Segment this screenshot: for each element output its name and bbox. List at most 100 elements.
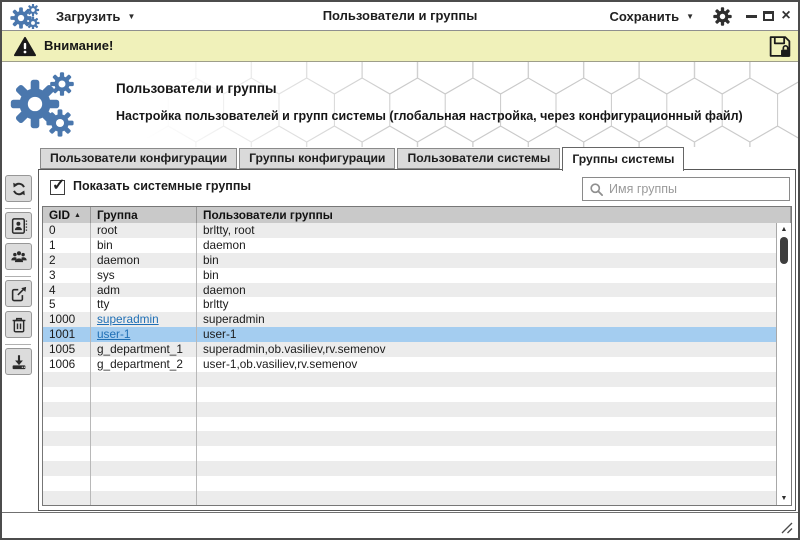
table-row[interactable]: 1005g_department_1superadmin,ob.vasiliev… (43, 342, 776, 357)
column-header-group[interactable]: Группа (91, 207, 197, 223)
table-cell: 1 (43, 238, 91, 253)
warning-bar: Внимание! (2, 31, 798, 62)
refresh-button[interactable] (5, 175, 32, 202)
table-cell: bin (197, 253, 776, 268)
save-lock-icon[interactable] (767, 34, 793, 59)
vertical-scrollbar[interactable]: ▲ ▼ (776, 223, 791, 505)
table-row[interactable]: 4admdaemon (43, 283, 776, 298)
table-row[interactable]: 1001user-1user-1 (43, 327, 776, 342)
table-row[interactable]: 2daemonbin (43, 253, 776, 268)
load-dropdown-button[interactable]: Загрузить ▼ (56, 2, 135, 30)
table-cell (197, 402, 776, 417)
download-icon (10, 353, 28, 371)
tab-system-groups[interactable]: Группы системы (562, 147, 684, 171)
tab-config-groups[interactable]: Группы конфигурации (239, 148, 395, 169)
table-cell: user-1,ob.vasiliev,rv.semenov (197, 357, 776, 372)
minimize-icon (746, 15, 757, 18)
download-button[interactable] (5, 348, 32, 375)
sidebar-divider (5, 208, 31, 209)
tab-config-users[interactable]: Пользователи конфигурации (40, 148, 237, 169)
table-cell (91, 476, 197, 491)
group-link[interactable]: superadmin (97, 312, 159, 326)
minimize-button[interactable] (744, 2, 758, 30)
group-link[interactable]: user-1 (97, 327, 130, 341)
save-dropdown-button[interactable]: Сохранить ▼ (609, 2, 694, 30)
table-cell: 4 (43, 283, 91, 298)
column-header-users[interactable]: Пользователи группы (197, 207, 791, 223)
trash-icon (10, 316, 28, 334)
table-cell: root (91, 223, 197, 238)
trash-button[interactable] (5, 311, 32, 338)
table-row-empty (43, 402, 776, 417)
app-window: Загрузить ▼ Пользователи и группы Сохран… (0, 0, 800, 540)
show-system-groups-checkbox[interactable]: ✓ (50, 180, 65, 195)
table-cell: adm (91, 283, 197, 298)
table-cell: bin (91, 238, 197, 253)
load-label: Загрузить (56, 9, 120, 24)
export-button[interactable] (5, 280, 32, 307)
table-cell (43, 431, 91, 446)
table-cell: tty (91, 297, 197, 312)
table-cell (197, 491, 776, 505)
table-cell: daemon (91, 253, 197, 268)
tab-bar: Пользователи конфигурацииГруппы конфигур… (40, 146, 686, 171)
app-logo-gears-icon (10, 4, 40, 29)
table-cell: user-1 (91, 327, 197, 342)
column-header-gid[interactable]: GID ▲ (43, 207, 91, 223)
table-cell: 2 (43, 253, 91, 268)
maximize-button[interactable] (761, 2, 776, 30)
table-cell: g_department_2 (91, 357, 197, 372)
table-cell: sys (91, 268, 197, 283)
table-row[interactable]: 3sysbin (43, 268, 776, 283)
table-cell (91, 402, 197, 417)
table-cell (43, 372, 91, 387)
scroll-up-icon[interactable]: ▲ (777, 226, 791, 233)
table-cell: brltty (197, 297, 776, 312)
table-row-empty (43, 491, 776, 505)
table-row[interactable]: 1bindaemon (43, 238, 776, 253)
table-cell (43, 446, 91, 461)
table-cell: 5 (43, 297, 91, 312)
settings-gear-icon[interactable] (713, 7, 732, 26)
maximize-icon (763, 11, 774, 21)
table-cell (197, 417, 776, 432)
tab-system-users[interactable]: Пользователи системы (397, 148, 560, 169)
table-row[interactable]: 0rootbrltty, root (43, 223, 776, 238)
table-row[interactable]: 5ttybrltty (43, 297, 776, 312)
users-button[interactable] (5, 243, 32, 270)
chevron-down-icon: ▼ (686, 12, 694, 21)
table-cell: 3 (43, 268, 91, 283)
table-cell (91, 431, 197, 446)
table-cell: brltty, root (197, 223, 776, 238)
table-row[interactable]: 1000superadminsuperadmin (43, 312, 776, 327)
groups-table: GID ▲ Группа Пользователи группы 0rootbr… (42, 206, 792, 506)
save-label: Сохранить (609, 9, 679, 24)
table-cell: 1005 (43, 342, 91, 357)
table-cell (197, 476, 776, 491)
check-icon: ✓ (52, 175, 65, 195)
resize-grip-icon[interactable] (780, 521, 794, 535)
table-cell (197, 461, 776, 476)
table-row[interactable]: 1006g_department_2user-1,ob.vasiliev,rv.… (43, 357, 776, 372)
group-search-box (582, 177, 790, 201)
address-book-button[interactable] (5, 212, 32, 239)
title-bar: Загрузить ▼ Пользователи и группы Сохран… (2, 2, 798, 31)
group-search-input[interactable] (609, 178, 787, 200)
table-cell (43, 387, 91, 402)
scrollbar-thumb[interactable] (780, 237, 788, 264)
table-row-empty (43, 446, 776, 461)
export-icon (10, 285, 28, 303)
table-row-empty (43, 476, 776, 491)
sidebar-divider (5, 276, 31, 277)
table-cell: superadmin (91, 312, 197, 327)
table-row-empty (43, 431, 776, 446)
table-cell (91, 417, 197, 432)
scroll-down-icon[interactable]: ▼ (777, 495, 791, 502)
table-cell: g_department_1 (91, 342, 197, 357)
chevron-down-icon: ▼ (127, 12, 135, 21)
table-cell (197, 446, 776, 461)
search-icon (589, 182, 604, 197)
table-cell (197, 387, 776, 402)
sort-asc-icon: ▲ (74, 212, 81, 219)
close-button[interactable]: × (778, 2, 794, 30)
